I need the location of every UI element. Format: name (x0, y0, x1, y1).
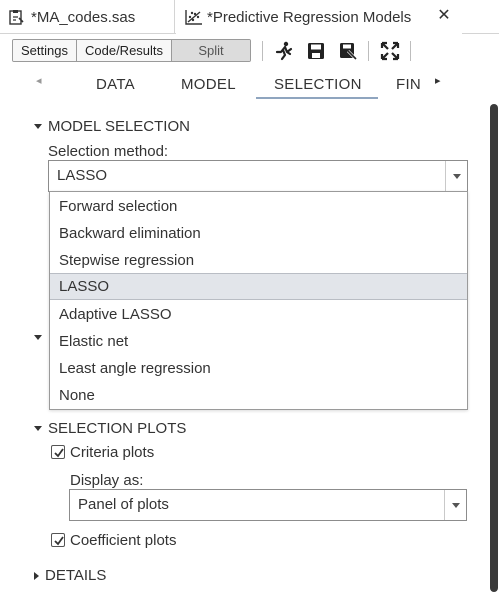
scroll-left-arrow[interactable]: ◂ (36, 74, 42, 87)
option-elastic-net[interactable]: Elastic net (50, 328, 467, 355)
option-backward-elimination[interactable]: Backward elimination (50, 220, 467, 247)
selection-plots-header[interactable]: SELECTION PLOTS (34, 420, 186, 437)
toolbar-divider (410, 41, 411, 61)
toolbar-divider (262, 41, 263, 61)
sas-program-icon (9, 9, 25, 25)
coefficient-plots-checkbox[interactable] (51, 533, 65, 547)
run-icon[interactable] (274, 41, 294, 61)
collapse-triangle-icon (34, 124, 42, 129)
collapse-triangle-icon[interactable] (34, 335, 42, 340)
section-title: MODEL SELECTION (48, 118, 190, 135)
tab-model[interactable]: MODEL (181, 76, 236, 93)
checkmark-icon (54, 536, 64, 546)
tab-fin[interactable]: FIN (396, 76, 421, 93)
regression-task-icon (185, 9, 202, 25)
tab-predictive-regression-models[interactable]: *Predictive Regression Models (176, 0, 462, 34)
tab-ma-codes[interactable]: *MA_codes.sas (0, 0, 175, 34)
details-header[interactable]: DETAILS (34, 567, 106, 584)
maximize-icon[interactable] (380, 41, 400, 61)
chevron-down-icon[interactable] (445, 161, 467, 191)
model-selection-header[interactable]: MODEL SELECTION (34, 118, 190, 135)
criteria-plots-label[interactable]: Criteria plots (70, 444, 154, 461)
close-icon[interactable]: ✕ (436, 8, 452, 24)
selection-method-select[interactable]: LASSO (48, 160, 468, 192)
option-forward-selection[interactable]: Forward selection (50, 193, 467, 220)
display-as-select[interactable]: Panel of plots (69, 489, 467, 521)
active-tab-indicator (256, 97, 378, 99)
display-as-label: Display as: (70, 472, 144, 489)
split-view-button[interactable]: Split (172, 40, 251, 61)
option-adaptive-lasso[interactable]: Adaptive LASSO (50, 301, 467, 328)
display-as-value: Panel of plots (78, 496, 169, 513)
expand-triangle-icon (34, 571, 39, 580)
selection-method-dropdown-list: Forward selection Backward elimination S… (49, 191, 468, 410)
section-title: DETAILS (45, 567, 107, 584)
toolbar-divider (368, 41, 369, 61)
view-mode-segmented-control: Settings Code/Results Split (12, 39, 252, 62)
save-icon[interactable] (306, 41, 326, 61)
code-results-view-button[interactable]: Code/Results (76, 40, 173, 61)
section-title: SELECTION PLOTS (48, 420, 187, 437)
tab-data[interactable]: DATA (96, 76, 135, 93)
selection-method-value: LASSO (57, 167, 108, 184)
option-lasso[interactable]: LASSO (50, 273, 467, 300)
tab-selection[interactable]: SELECTION (274, 76, 362, 93)
scroll-right-arrow[interactable]: ▸ (435, 74, 441, 87)
checkmark-icon (54, 448, 64, 458)
save-as-icon[interactable] (338, 41, 358, 61)
criteria-plots-checkbox[interactable] (51, 445, 65, 459)
task-toolbar: Settings Code/Results Split (0, 34, 499, 66)
editor-tab-strip: *MA_codes.sas *Predictive Regression Mod… (0, 0, 499, 34)
option-none[interactable]: None (50, 382, 467, 409)
collapse-triangle-icon (34, 426, 42, 431)
tab-label: *Predictive Regression Models (207, 8, 412, 26)
vertical-scrollbar-thumb[interactable] (490, 104, 498, 592)
option-least-angle-regression[interactable]: Least angle regression (50, 355, 467, 382)
chevron-down-icon[interactable] (444, 490, 466, 520)
coefficient-plots-label[interactable]: Coefficient plots (70, 532, 176, 549)
task-section-tabs: ◂ DATA MODEL SELECTION FIN ▸ (0, 66, 499, 100)
settings-view-button[interactable]: Settings (13, 40, 77, 61)
tab-label: *MA_codes.sas (31, 8, 136, 26)
option-stepwise-regression[interactable]: Stepwise regression (50, 247, 467, 274)
selection-method-label: Selection method: (48, 143, 169, 160)
